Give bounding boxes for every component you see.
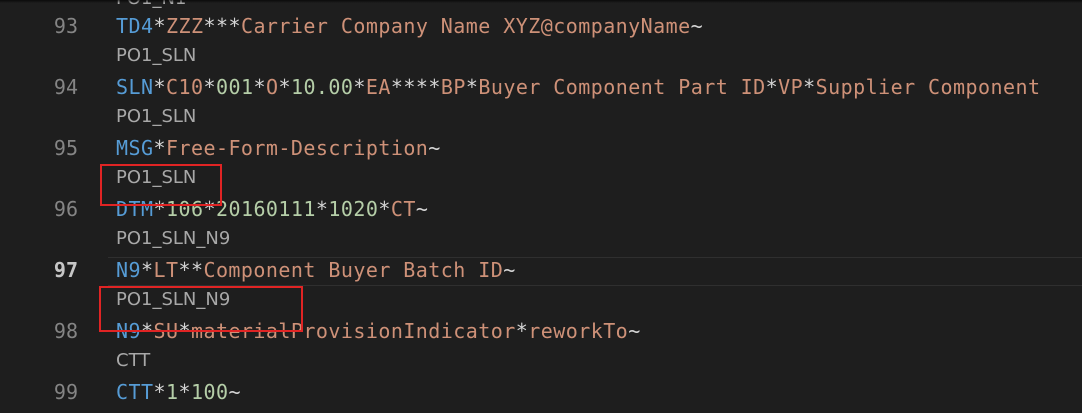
token-sep: ~ bbox=[415, 197, 429, 221]
hint-row: PO1_SLN bbox=[0, 41, 1082, 71]
token-sep: * bbox=[153, 14, 166, 38]
token-seg: N9 bbox=[116, 258, 141, 282]
token-str: Carrier Company Name XYZ@companyName bbox=[240, 14, 691, 38]
scroll-shadow bbox=[0, 0, 1082, 3]
token-sep: * bbox=[153, 380, 166, 404]
token-str: C10 bbox=[165, 75, 204, 99]
code-line[interactable]: 93 TD4*ZZZ***Carrier Company Name XYZ@com… bbox=[0, 11, 1082, 42]
segment-path-hint: PO1_SLN bbox=[116, 106, 197, 127]
token-sep: ~ bbox=[690, 14, 704, 38]
token-sep: * bbox=[378, 197, 391, 221]
code-line[interactable]: 94 SLN*C10*001*O*10.00*EA****BP*Buyer Com… bbox=[0, 72, 1082, 103]
token-str: Free-Form-Description bbox=[165, 136, 429, 160]
token-str: O bbox=[265, 75, 279, 99]
line-number: 97 bbox=[53, 258, 78, 282]
token-str: reworkTo bbox=[528, 319, 629, 343]
token-seg: TD4 bbox=[116, 14, 154, 38]
token-sep: *** bbox=[203, 14, 241, 38]
token-str: Component Buyer Batch ID bbox=[203, 258, 504, 282]
token-sep: ~ bbox=[628, 319, 641, 343]
token-str: LT bbox=[153, 258, 179, 282]
token-sep: * bbox=[353, 75, 366, 99]
code-text[interactable]: CTT*1*100~ bbox=[116, 377, 241, 408]
line-number: 94 bbox=[53, 75, 78, 99]
code-text[interactable]: TD4*ZZZ***Carrier Company Name XYZ@compa… bbox=[116, 11, 703, 42]
code-editor[interactable]: PO1_N1 93TD4*ZZZ***Carrier Company Name … bbox=[0, 0, 1082, 413]
token-num: 20160111 bbox=[215, 197, 316, 221]
hint-row: CTT bbox=[0, 346, 1082, 376]
line-number: 95 bbox=[53, 136, 78, 160]
token-sep: * bbox=[278, 75, 291, 99]
token-seg: SLN bbox=[116, 75, 154, 99]
token-num: 1 bbox=[165, 380, 179, 404]
token-sep: ~ bbox=[228, 380, 241, 404]
token-sep: * bbox=[315, 197, 329, 221]
code-text[interactable]: N9*LT**Component Buyer Batch ID~ bbox=[116, 255, 516, 286]
token-sep: * bbox=[515, 319, 529, 343]
line-number: 99 bbox=[53, 380, 78, 404]
code-line[interactable]: 95 MSG*Free-Form-Description~ bbox=[0, 133, 1082, 164]
segment-path-hint: PO1_SLN bbox=[116, 45, 197, 66]
token-sep: * bbox=[203, 75, 216, 99]
token-num: 001 bbox=[215, 75, 254, 99]
token-num: 100 bbox=[190, 380, 229, 404]
line-number: 96 bbox=[53, 197, 78, 221]
token-sep: ** bbox=[178, 258, 204, 282]
line-number: 93 bbox=[53, 14, 78, 38]
token-str: Buyer Component Part ID bbox=[478, 75, 766, 99]
segment-path-hint: CTT bbox=[116, 350, 151, 371]
token-seg: MSG bbox=[116, 136, 154, 160]
token-sep: * bbox=[465, 75, 479, 99]
token-str: VP bbox=[778, 75, 804, 99]
code-text[interactable]: SLN*C10*001*O*10.00*EA****BP*Buyer Compo… bbox=[116, 72, 1040, 103]
token-num: 10.00 bbox=[290, 75, 354, 99]
token-sep: * bbox=[178, 380, 191, 404]
token-str: ZZZ bbox=[165, 14, 204, 38]
token-sep: * bbox=[253, 75, 266, 99]
hint-row: PO1_SLN_N9 bbox=[0, 224, 1082, 254]
annotation-box-po1-sln bbox=[100, 164, 222, 206]
token-str: BP bbox=[440, 75, 466, 99]
code-text[interactable]: MSG*Free-Form-Description~ bbox=[116, 133, 441, 164]
token-sep: * bbox=[803, 75, 816, 99]
token-str: Supplier Component bbox=[815, 75, 1041, 99]
token-sep: * bbox=[153, 75, 166, 99]
token-sep: * bbox=[140, 258, 154, 282]
code-line[interactable]: 99 CTT*1*100~ bbox=[0, 377, 1082, 408]
line-number: 98 bbox=[53, 319, 78, 343]
code-line[interactable]: 97 N9*LT**Component Buyer Batch ID~ bbox=[0, 255, 1082, 286]
token-num: 1020 bbox=[328, 197, 379, 221]
token-sep: **** bbox=[390, 75, 441, 99]
token-sep: ~ bbox=[428, 136, 441, 160]
token-sep: * bbox=[765, 75, 779, 99]
token-sep: ~ bbox=[503, 258, 516, 282]
token-str: EA bbox=[365, 75, 391, 99]
segment-path-hint: PO1_SLN_N9 bbox=[116, 228, 231, 249]
hint-row: PO1_SLN bbox=[0, 102, 1082, 132]
annotation-box-po1-sln-n9 bbox=[99, 286, 303, 332]
token-str: CT bbox=[390, 197, 416, 221]
token-sep: * bbox=[153, 136, 166, 160]
token-seg: CTT bbox=[116, 380, 154, 404]
